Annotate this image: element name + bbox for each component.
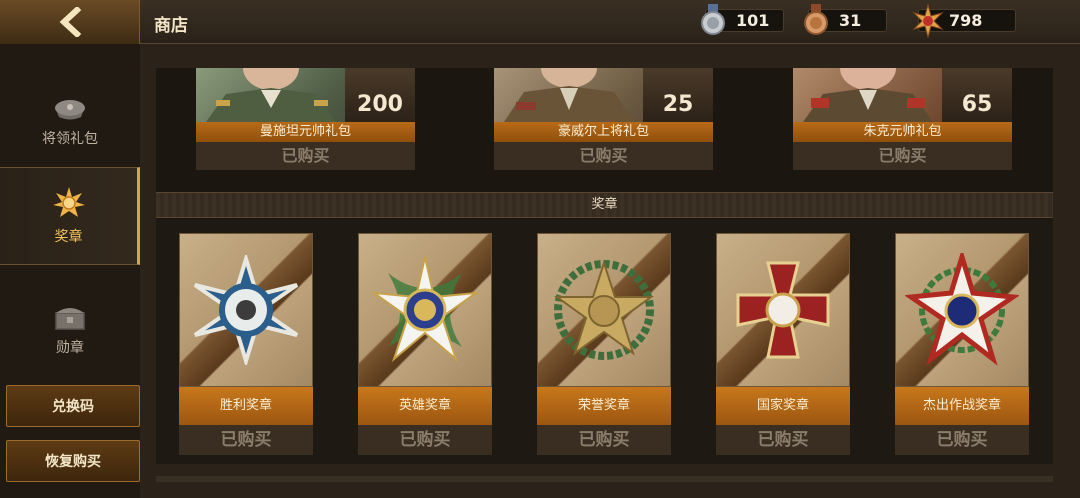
honor-medal-image (537, 233, 671, 387)
medal-card[interactable]: 荣誉奖章 已购买 (537, 233, 671, 455)
purchased-status: 已购买 (793, 142, 1012, 170)
purchased-status: 已购买 (358, 425, 492, 455)
pack-price: 25 (643, 68, 713, 122)
medal-card[interactable]: 胜利奖章 已购买 (179, 233, 313, 455)
sidebar-item-label: 勋章 (56, 340, 84, 356)
sidebar-item-medals[interactable]: 奖章 (0, 167, 140, 265)
medal-grid: 胜利奖章 已购买 英雄奖章 已购买 荣誉奖章 已购买 国家奖章 已购买 杰出作战… (156, 220, 1053, 464)
medal-card[interactable]: 杰出作战奖章 已购买 (895, 233, 1029, 455)
general-pack-card[interactable]: 200 曼施坦元帅礼包 已购买 (196, 68, 415, 170)
silver-medal-icon (701, 4, 725, 35)
sidebar: 将领礼包 奖章 勋章 兑换码 恢复购买 (0, 44, 140, 498)
purchased-status: 已购买 (895, 425, 1029, 455)
shop-content: 200 曼施坦元帅礼包 已购买 25 豪威尔上将礼包 已购买 65 朱克元帅礼包… (140, 44, 1080, 498)
top-bar: 商店 101 31 798 (0, 0, 1080, 44)
divider (156, 476, 1053, 482)
redeem-code-button[interactable]: 兑换码 (6, 385, 140, 427)
victory-medal-image (179, 233, 313, 387)
medal-name: 胜利奖章 (179, 387, 313, 425)
silver-medal-count: 101 (736, 11, 770, 30)
medal-name: 杰出作战奖章 (895, 387, 1029, 425)
medal-card[interactable]: 英雄奖章 已购买 (358, 233, 492, 455)
gold-star-badge-icon (912, 4, 944, 38)
bronze-medal-icon (804, 4, 828, 35)
bronze-medal-count: 31 (839, 11, 862, 30)
medal-name: 国家奖章 (716, 387, 850, 425)
purchased-status: 已购买 (716, 425, 850, 455)
medal-name: 英雄奖章 (358, 387, 492, 425)
purchased-status: 已购买 (196, 142, 415, 170)
officer-cap-icon (55, 100, 85, 120)
national-medal-image (716, 233, 850, 387)
purchased-status: 已购买 (179, 425, 313, 455)
general-pack-card[interactable]: 65 朱克元帅礼包 已购买 (793, 68, 1012, 170)
page-title: 商店 (154, 16, 188, 36)
bronze-medal-counter: 31 (804, 4, 887, 35)
chest-icon (55, 308, 85, 330)
star-badge-count: 798 (949, 11, 983, 30)
medal-section-header: 奖章 (156, 192, 1053, 218)
silver-medal-counter: 101 (701, 4, 784, 35)
pack-name: 曼施坦元帅礼包 (196, 122, 415, 142)
pack-name: 豪威尔上将礼包 (494, 122, 713, 142)
medal-badge-icon (52, 187, 85, 217)
back-button[interactable] (0, 0, 140, 44)
sidebar-item-general-packs[interactable]: 将领礼包 (0, 74, 140, 172)
sidebar-item-label: 将领礼包 (42, 131, 98, 147)
general-pack-card[interactable]: 25 豪威尔上将礼包 已购买 (494, 68, 713, 170)
restore-purchase-button[interactable]: 恢复购买 (6, 440, 140, 482)
sidebar-item-label: 奖章 (54, 229, 83, 245)
purchased-status: 已购买 (494, 142, 713, 170)
pack-price: 200 (345, 68, 415, 122)
medal-card[interactable]: 国家奖章 已购买 (716, 233, 850, 455)
chevron-left-icon (59, 7, 81, 37)
medal-name: 荣誉奖章 (537, 387, 671, 425)
pack-name: 朱克元帅礼包 (793, 122, 1012, 142)
star-badge-counter: 798 (912, 4, 1016, 38)
pack-price: 65 (942, 68, 1012, 122)
sidebar-item-decorations[interactable]: 勋章 (0, 282, 140, 380)
distinguished-combat-medal-image (895, 233, 1029, 387)
purchased-status: 已购买 (537, 425, 671, 455)
hero-medal-image (358, 233, 492, 387)
